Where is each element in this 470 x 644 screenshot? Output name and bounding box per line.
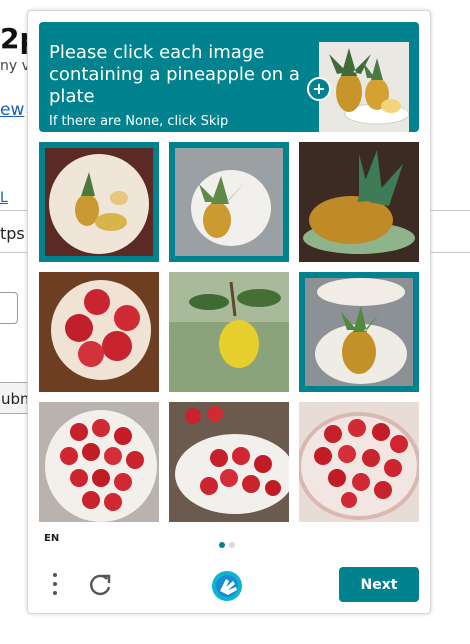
image-tile-9[interactable]	[299, 402, 419, 522]
background-submit-button[interactable]: ubm	[0, 382, 30, 414]
next-button[interactable]: Next	[339, 567, 419, 602]
plus-icon[interactable]: +	[307, 77, 331, 101]
background-link[interactable]: ew	[0, 100, 24, 120]
page-dot-active	[219, 542, 225, 548]
image-tile-1[interactable]	[39, 142, 159, 262]
image-tile-2[interactable]	[169, 142, 289, 262]
challenge-footer: Next	[28, 561, 430, 613]
image-tile-3[interactable]	[299, 142, 419, 262]
image-tile-8[interactable]	[169, 402, 289, 522]
example-image[interactable]	[319, 42, 409, 132]
refresh-icon[interactable]	[86, 571, 114, 599]
background-link-2[interactable]: L	[0, 190, 8, 206]
image-tile-4[interactable]	[39, 272, 159, 392]
captcha-challenge-widget: Please click each image containing a pin…	[27, 10, 431, 614]
prompt-hint: If there are None, click Skip	[49, 114, 229, 129]
prompt-text: Please click each image containing a pin…	[49, 42, 300, 107]
image-tile-7[interactable]	[39, 402, 159, 522]
image-tile-6[interactable]	[299, 272, 419, 392]
prompt-banner: Please click each image containing a pin…	[39, 22, 419, 132]
image-grid	[39, 142, 419, 522]
background-url-text: tps	[0, 224, 25, 243]
background-input[interactable]	[0, 292, 18, 324]
more-vertical-icon[interactable]	[48, 571, 62, 599]
background-subtext: ny v	[0, 58, 30, 74]
page-dot	[229, 542, 235, 548]
language-selector[interactable]: EN	[44, 533, 59, 544]
hcaptcha-logo-icon[interactable]	[210, 569, 244, 603]
image-tile-5[interactable]	[169, 272, 289, 392]
